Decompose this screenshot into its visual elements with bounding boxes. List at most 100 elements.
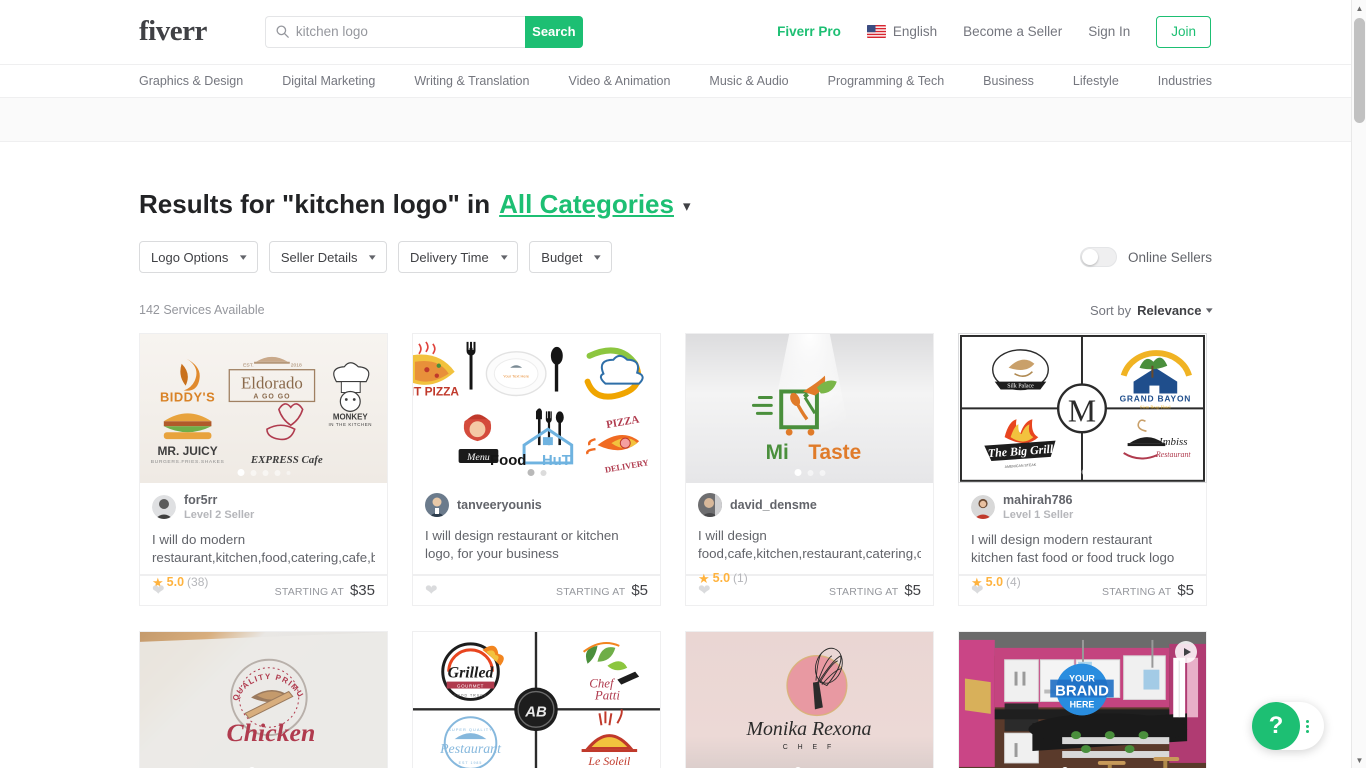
logo-text-imbiss-sub: Restaurant xyxy=(1155,450,1192,459)
page-scrollbar[interactable]: ▲ ▼ xyxy=(1351,0,1366,768)
filter-budget[interactable]: Budget ▾ xyxy=(529,241,613,273)
gig-title[interactable]: I will design modern restaurant kitchen … xyxy=(971,531,1194,566)
search-button[interactable]: Search xyxy=(524,15,583,48)
scrollbar-thumb[interactable] xyxy=(1354,18,1365,123)
chevron-down-icon[interactable]: ▾ xyxy=(683,197,691,215)
logo-collage-art: Silk Palace GRAND BAYON Siem Reap Hotel … xyxy=(959,334,1206,482)
help-button[interactable]: ? xyxy=(1252,702,1300,750)
gig-thumbnail[interactable]: QUALITY PRIMUM MEAT Chicken xyxy=(139,631,388,768)
avatar xyxy=(425,493,449,517)
logo-collage-art: IT PIZZA Your Text Here Menu Food HuT PI… xyxy=(413,341,649,475)
chevron-down-icon: ▾ xyxy=(369,251,377,262)
scroll-area: fiverr Search Fiverr Pro xyxy=(0,0,1351,768)
search-input-wrap[interactable] xyxy=(264,15,525,48)
logo-text-grilled: Grilled xyxy=(448,665,495,682)
seller-row[interactable]: for5rr Level 2 Seller xyxy=(152,493,375,521)
page-title: Results for "kitchen logo" in All Catego… xyxy=(139,189,1212,220)
rating-value: 5.0 xyxy=(985,575,1004,590)
filter-logo-options[interactable]: Logo Options ▾ xyxy=(139,241,258,273)
search-input[interactable] xyxy=(295,24,515,39)
price-amount: $5 xyxy=(1177,582,1194,599)
category-industries[interactable]: Industries xyxy=(1158,74,1212,88)
category-writing-translation[interactable]: Writing & Translation xyxy=(414,74,529,88)
gig-thumbnail[interactable]: Monika Rexona C H E F xyxy=(685,631,934,768)
carousel-dots[interactable] xyxy=(237,469,290,476)
logo-text-patti: Patti xyxy=(594,688,620,702)
logo-text-menu: Menu xyxy=(466,452,490,463)
category-digital-marketing[interactable]: Digital Marketing xyxy=(282,74,375,88)
carousel-dots[interactable] xyxy=(794,469,825,476)
chevron-down-icon: ▾ xyxy=(500,251,508,262)
join-button[interactable]: Join xyxy=(1156,15,1211,48)
gig-card[interactable]: QUALITY PRIMUM MEAT Chicken xyxy=(139,631,388,768)
sign-in-link[interactable]: Sign In xyxy=(1088,24,1130,39)
subnav-band xyxy=(0,98,1351,142)
logo-text-mrjuicy: MR. JUICY xyxy=(158,444,218,458)
logo-text-imbiss: Imbiss xyxy=(1158,436,1187,448)
category-business[interactable]: Business xyxy=(983,74,1034,88)
fiverr-pro-link[interactable]: Fiverr Pro xyxy=(777,24,841,39)
gig-card[interactable]: YOUR BRAND HERE xyxy=(958,631,1207,768)
logo-art: QUALITY PRIMUM MEAT Chicken xyxy=(140,632,387,768)
logo-text-chicken: Chicken xyxy=(227,718,316,747)
seller-row[interactable]: mahirah786 Level 1 Seller xyxy=(971,493,1194,521)
scroll-up-arrow[interactable]: ▲ xyxy=(1352,0,1366,16)
gig-card[interactable]: IT PIZZA Your Text Here Menu Food HuT PI… xyxy=(412,333,661,606)
seller-row[interactable]: david_densme xyxy=(698,493,921,517)
scroll-down-arrow[interactable]: ▼ xyxy=(1352,752,1366,768)
logo-text-inthekitchen: IN THE KITCHEN xyxy=(328,422,372,427)
seller-name[interactable]: tanveeryounis xyxy=(457,498,542,513)
gig-thumbnail[interactable]: YOUR BRAND HERE xyxy=(958,631,1207,768)
logo-collage-art: Grilled GOURMET FOOD TRUCK Chef Patti SU… xyxy=(413,632,660,768)
filter-delivery-time[interactable]: Delivery Time ▾ xyxy=(398,241,519,273)
search-bar: Search xyxy=(264,15,583,48)
gig-card[interactable]: Grilled GOURMET FOOD TRUCK Chef Patti SU… xyxy=(412,631,661,768)
category-programming-tech[interactable]: Programming & Tech xyxy=(828,74,945,88)
gig-card[interactable]: Mi Taste david_densme I will design food… xyxy=(685,333,934,606)
online-sellers-toggle[interactable] xyxy=(1079,247,1117,267)
play-video-button[interactable] xyxy=(1175,641,1197,663)
gig-card[interactable]: BIDDY'S EST. 2018 Eldorado A GO GO MONKE… xyxy=(139,333,388,606)
filter-label: Logo Options xyxy=(151,249,229,265)
gig-thumbnail[interactable]: IT PIZZA Your Text Here Menu Food HuT PI… xyxy=(412,333,661,483)
gig-thumbnail[interactable]: BIDDY'S EST. 2018 Eldorado A GO GO MONKE… xyxy=(139,333,388,483)
filter-seller-details[interactable]: Seller Details ▾ xyxy=(268,241,387,273)
rating-count: (1) xyxy=(733,571,748,586)
seller-name[interactable]: david_densme xyxy=(730,498,817,513)
gig-title[interactable]: I will design restaurant or kitchen logo… xyxy=(425,527,648,562)
become-a-seller-link[interactable]: Become a Seller xyxy=(963,24,1062,39)
category-lifestyle[interactable]: Lifestyle xyxy=(1073,74,1119,88)
category-music-audio[interactable]: Music & Audio xyxy=(709,74,788,88)
language-selector[interactable]: English xyxy=(866,24,937,39)
carousel-dots[interactable] xyxy=(1056,468,1109,475)
heart-icon[interactable]: ❤ xyxy=(698,583,711,598)
heart-icon[interactable]: ❤ xyxy=(971,583,984,598)
sort-by-control[interactable]: Sort by Relevance ▾ xyxy=(1090,303,1213,318)
filter-label: Seller Details xyxy=(280,249,358,265)
gig-info: mahirah786 Level 1 Seller I will design … xyxy=(958,483,1207,589)
gig-thumbnail[interactable]: Grilled GOURMET FOOD TRUCK Chef Patti SU… xyxy=(412,631,661,768)
category-graphics-design[interactable]: Graphics & Design xyxy=(139,74,243,88)
heart-icon[interactable]: ❤ xyxy=(425,583,438,598)
heart-icon[interactable]: ❤ xyxy=(152,583,165,598)
results-prefix: Results for "kitchen logo" in xyxy=(139,189,491,219)
carousel-dots[interactable] xyxy=(527,469,546,476)
seller-name[interactable]: for5rr xyxy=(184,493,254,508)
rating-value: 5.0 xyxy=(166,575,185,590)
gig-card[interactable]: Silk Palace GRAND BAYON Siem Reap Hotel … xyxy=(958,333,1207,606)
gig-title[interactable]: I will design food,cafe,kitchen,restaura… xyxy=(698,527,921,562)
seller-row[interactable]: tanveeryounis xyxy=(425,493,648,517)
gig-title[interactable]: I will do modern restaurant,kitchen,food… xyxy=(152,531,375,566)
gig-card[interactable]: Monika Rexona C H E F xyxy=(685,631,934,768)
logo-text-monika: Monika Rexona xyxy=(745,718,871,740)
all-categories-link[interactable]: All Categories xyxy=(499,189,674,220)
seller-name[interactable]: mahirah786 xyxy=(1003,493,1073,508)
logo-text-taste: Taste xyxy=(808,441,861,464)
fiverr-logo[interactable]: fiverr xyxy=(139,17,207,46)
main-content: Results for "kitchen logo" in All Catego… xyxy=(0,189,1351,768)
category-video-animation[interactable]: Video & Animation xyxy=(568,74,670,88)
results-meta: 142 Services Available Sort by Relevance… xyxy=(139,303,1213,318)
gig-thumbnail[interactable]: Silk Palace GRAND BAYON Siem Reap Hotel … xyxy=(958,333,1207,483)
gig-thumbnail[interactable]: Mi Taste xyxy=(685,333,934,483)
kebab-menu-icon[interactable] xyxy=(1306,719,1309,733)
